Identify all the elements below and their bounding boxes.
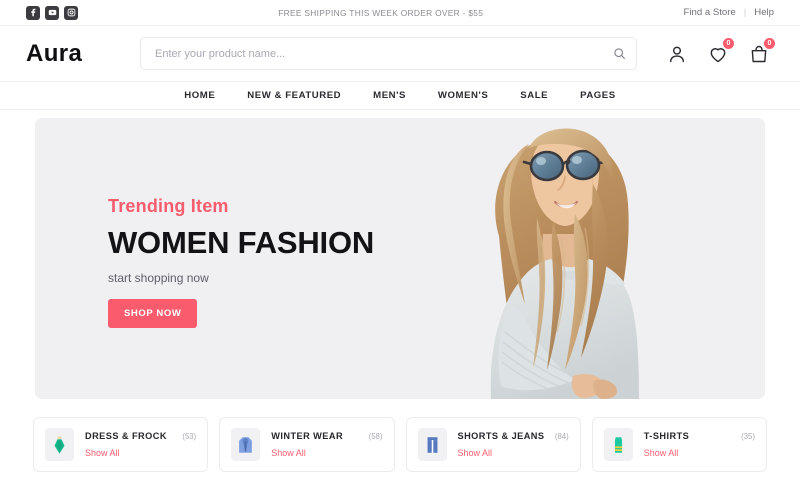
show-all-link[interactable]: Show All bbox=[85, 448, 196, 458]
category-title: WINTER WEAR bbox=[271, 431, 344, 441]
nav-item-pages[interactable]: PAGES bbox=[580, 90, 616, 101]
hero-banner: Trending Item WOMEN FASHION start shoppi… bbox=[35, 118, 765, 399]
category-count: (84) bbox=[554, 432, 569, 441]
help-link[interactable]: Help bbox=[754, 7, 774, 18]
cart-button[interactable]: 0 bbox=[747, 38, 775, 65]
category-title: T-SHIRTS bbox=[643, 431, 690, 441]
category-count: (35) bbox=[741, 432, 755, 441]
nav-item-sale[interactable]: SALE bbox=[520, 90, 548, 101]
category-card-dress-frock[interactable]: DRESS & FROCK (53) Show All bbox=[33, 417, 209, 472]
header-actions: 0 0 bbox=[665, 38, 775, 65]
topbar-links: Find a Store | Help bbox=[684, 7, 775, 18]
nav-item-new-featured[interactable]: NEW & FEATURED bbox=[247, 90, 341, 101]
dress-icon bbox=[45, 428, 74, 461]
category-card-body: DRESS & FROCK (53) Show All bbox=[85, 431, 196, 458]
facebook-icon[interactable] bbox=[26, 5, 40, 20]
category-count: (53) bbox=[182, 432, 197, 441]
category-card-header: SHORTS & JEANS (84) bbox=[458, 431, 569, 441]
hero-section: Trending Item WOMEN FASHION start shoppi… bbox=[0, 110, 800, 399]
social-links bbox=[26, 5, 78, 20]
category-title: DRESS & FROCK bbox=[85, 431, 167, 441]
shop-now-button[interactable]: SHOP NOW bbox=[108, 299, 198, 328]
category-card-header: T-SHIRTS (35) bbox=[644, 431, 755, 441]
cart-count-badge: 0 bbox=[764, 38, 775, 49]
category-card-list: DRESS & FROCK (53) Show All WINTER WEAR … bbox=[0, 399, 800, 472]
category-card-body: T-SHIRTS (35) Show All bbox=[644, 431, 755, 458]
nav-item-womens[interactable]: WOMEN'S bbox=[438, 90, 488, 101]
category-card-body: WINTER WEAR (58) Show All bbox=[271, 431, 382, 458]
topbar-divider: | bbox=[743, 7, 747, 18]
search-input[interactable] bbox=[140, 37, 637, 70]
coat-icon bbox=[231, 428, 261, 461]
category-card-body: SHORTS & JEANS (84) Show All bbox=[458, 431, 569, 458]
search-icon[interactable] bbox=[610, 45, 628, 63]
nav-item-mens[interactable]: MEN'S bbox=[373, 90, 406, 101]
category-title: SHORTS & JEANS bbox=[457, 431, 545, 441]
promo-banner-text: FREE SHIPPING THIS WEEK ORDER OVER - $55 bbox=[278, 7, 484, 18]
hero-title: WOMEN FASHION bbox=[108, 225, 375, 260]
show-all-link[interactable]: Show All bbox=[271, 448, 382, 458]
category-card-winter-wear[interactable]: WINTER WEAR (58) Show All bbox=[219, 417, 395, 472]
top-bar: FREE SHIPPING THIS WEEK ORDER OVER - $55… bbox=[0, 0, 800, 26]
find-a-store-link[interactable]: Find a Store bbox=[684, 7, 736, 18]
site-header: Aura 0 0 bbox=[0, 26, 800, 81]
category-card-shorts-jeans[interactable]: SHORTS & JEANS (84) Show All bbox=[405, 417, 581, 472]
hero-copy: Trending Item WOMEN FASHION start shoppi… bbox=[108, 196, 374, 328]
hero-model-image bbox=[425, 118, 725, 399]
tshirt-icon bbox=[603, 428, 633, 461]
show-all-link[interactable]: Show All bbox=[644, 448, 755, 458]
category-card-header: WINTER WEAR (58) bbox=[271, 431, 382, 441]
main-navigation: HOME NEW & FEATURED MEN'S WOMEN'S SALE P… bbox=[0, 81, 800, 110]
nav-item-home[interactable]: HOME bbox=[184, 90, 215, 101]
site-logo[interactable]: Aura bbox=[26, 40, 134, 68]
hero-subtitle: start shopping now bbox=[108, 271, 209, 285]
hero-eyebrow: Trending Item bbox=[108, 196, 229, 216]
category-card-t-shirts[interactable]: T-SHIRTS (35) Show All bbox=[591, 417, 767, 472]
search-container bbox=[140, 37, 637, 70]
instagram-icon[interactable] bbox=[64, 5, 78, 20]
youtube-icon[interactable] bbox=[45, 5, 59, 20]
wishlist-count-badge: 0 bbox=[723, 38, 734, 49]
category-card-header: DRESS & FROCK (53) bbox=[85, 431, 196, 441]
account-button[interactable] bbox=[665, 42, 688, 65]
show-all-link[interactable]: Show All bbox=[458, 448, 569, 458]
jeans-icon bbox=[417, 428, 447, 461]
category-count: (58) bbox=[368, 432, 383, 441]
wishlist-button[interactable]: 0 bbox=[706, 38, 734, 65]
